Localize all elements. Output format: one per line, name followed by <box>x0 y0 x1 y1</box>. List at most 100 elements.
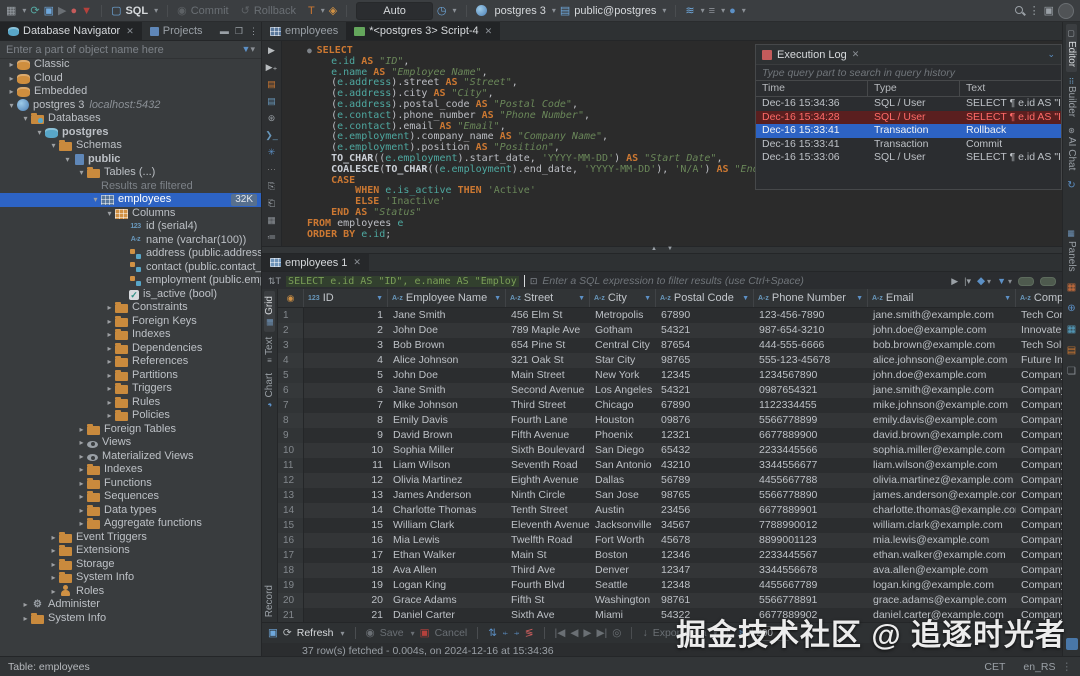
cell[interactable]: 19 <box>304 578 388 593</box>
editor-results-splitter[interactable]: ▲▼ <box>262 246 1062 254</box>
cell[interactable]: Liam Wilson <box>388 458 506 473</box>
cell[interactable]: Seattle <box>590 578 656 593</box>
tree-item[interactable]: ▸Dependencies <box>0 342 261 356</box>
tree-item[interactable]: ▸Cloud <box>0 72 261 86</box>
chevron-down-icon[interactable]: ▾ <box>62 153 73 167</box>
chevron-right-icon[interactable]: ▸ <box>104 355 115 369</box>
minimize-panel-icon[interactable]: ▬ <box>217 22 232 40</box>
cell[interactable]: 12348 <box>656 578 754 593</box>
column-header-phone-number[interactable]: A-zPhone Number▼ <box>754 289 868 307</box>
tx-isolation-combo[interactable]: Auto <box>356 2 433 20</box>
tx-mode-icon[interactable]: T <box>308 0 315 22</box>
tree-item[interactable]: ▾Columns <box>0 207 261 221</box>
tree-item[interactable]: ▸Functions <box>0 477 261 491</box>
cell[interactable]: 34567 <box>656 518 754 533</box>
ai-assistant-icon[interactable]: ⊛ <box>265 113 278 124</box>
chevron-right-icon[interactable]: ▸ <box>20 598 31 612</box>
object-search-field[interactable]: Enter a part of object name here ▼▾ <box>0 41 261 59</box>
chevron-right-icon[interactable]: ▸ <box>48 571 59 585</box>
refresh-button[interactable]: Refresh <box>297 627 334 639</box>
tree-item[interactable]: ▸Indexes <box>0 328 261 342</box>
cell[interactable]: 555-123-45678 <box>754 353 868 368</box>
tree-item[interactable]: ▸Materialized Views <box>0 450 261 464</box>
cell[interactable]: sophia.miller@example.com <box>868 443 1016 458</box>
cell[interactable]: Mia Lewis <box>388 533 506 548</box>
cell[interactable]: Company G <box>1016 458 1062 473</box>
tree-item[interactable]: ▸Embedded <box>0 85 261 99</box>
tab-employees-1[interactable]: employees 1✕ <box>262 254 369 271</box>
log-search-field[interactable]: Type query part to search in query histo… <box>756 65 1061 80</box>
tree-item[interactable]: ▸Event Triggers <box>0 531 261 545</box>
cell[interactable]: 15 <box>304 518 388 533</box>
cell[interactable]: Fourth Lane <box>506 413 590 428</box>
cell[interactable]: 5 <box>304 368 388 383</box>
row-number[interactable]: 3 <box>278 338 304 353</box>
row-number[interactable]: 1 <box>278 308 304 323</box>
sort-arrow-icon[interactable]: ▼ <box>376 295 383 302</box>
tab-editor[interactable]: ▢Editor <box>1066 24 1077 72</box>
cell[interactable]: john.doe@example.com <box>868 368 1016 383</box>
row-number[interactable]: 5 <box>278 368 304 383</box>
cell[interactable]: daniel.carter@example.com <box>868 608 1016 622</box>
cell[interactable]: emily.davis@example.com <box>868 413 1016 428</box>
chevron-right-icon[interactable]: ▸ <box>104 328 115 342</box>
add-row-icon[interactable]: ⍅ <box>502 627 508 640</box>
cell[interactable]: Tech Solution <box>1016 338 1062 353</box>
tree-item[interactable]: ▸Extensions <box>0 544 261 558</box>
search-icon[interactable] <box>1014 5 1025 16</box>
cell[interactable]: Gotham <box>590 323 656 338</box>
chevron-right-icon[interactable]: ▸ <box>6 72 17 86</box>
cell[interactable]: Company F <box>1016 443 1062 458</box>
row-number[interactable]: 9 <box>278 428 304 443</box>
row-number[interactable]: 12 <box>278 473 304 488</box>
log-row[interactable]: Dec-16 15:34:28SQL / UserSELECT ¶ e.id A… <box>756 111 1061 125</box>
prev-page-icon[interactable]: ◀ <box>570 627 578 639</box>
commit-button[interactable]: Commit <box>191 5 229 17</box>
rollback-button[interactable]: Rollback <box>254 5 296 17</box>
cell[interactable]: 65432 <box>656 443 754 458</box>
chevron-right-icon[interactable]: ▸ <box>6 85 17 99</box>
filter-icon[interactable]: ▼▾ <box>242 44 255 55</box>
cell[interactable]: 43210 <box>656 458 754 473</box>
cell[interactable]: 1234567890 <box>754 368 868 383</box>
locale[interactable]: en_RS <box>1023 661 1055 673</box>
tree-item[interactable]: ▸Roles <box>0 585 261 599</box>
cell[interactable]: Alice Johnson <box>388 353 506 368</box>
sort-arrow-icon[interactable]: ▼ <box>644 295 651 302</box>
column-header-company[interactable]: A-zCompany▼ <box>1016 289 1062 307</box>
sort-arrow-icon[interactable]: ▼ <box>856 295 863 302</box>
run-query-icon[interactable]: ▶ <box>265 45 278 56</box>
cell[interactable]: 67890 <box>656 308 754 323</box>
chevron-down-icon[interactable]: ▾ <box>20 112 31 126</box>
export-button[interactable]: Export data <box>653 627 707 639</box>
cell[interactable]: 456 Elm St <box>506 308 590 323</box>
chevron-right-icon[interactable]: ▸ <box>48 558 59 572</box>
row-number[interactable]: 2 <box>278 323 304 338</box>
cell[interactable]: Metropolis <box>590 308 656 323</box>
chevron-right-icon[interactable]: ▸ <box>20 612 31 626</box>
more-dots-icon[interactable]: ⋯ <box>265 164 278 175</box>
structure-icon[interactable]: ▤ <box>1067 345 1076 356</box>
schema-selector[interactable]: public@postgres <box>574 5 656 17</box>
cell[interactable]: 1122334455 <box>754 398 868 413</box>
tree-item[interactable]: ▾Schemas <box>0 139 261 153</box>
cell[interactable]: 45678 <box>656 533 754 548</box>
cell[interactable]: Fifth Avenue <box>506 428 590 443</box>
funnel-icon[interactable]: ▼▾ <box>997 276 1012 286</box>
cell[interactable]: charlotte.thomas@example.com <box>868 503 1016 518</box>
tree-item[interactable]: ▸Partitions <box>0 369 261 383</box>
cell[interactable]: Phoenix <box>590 428 656 443</box>
row-number[interactable]: 7 <box>278 398 304 413</box>
next-page-icon[interactable]: ▶ <box>583 627 591 639</box>
tree-item[interactable]: ▸Sequences <box>0 490 261 504</box>
row-number[interactable]: 4 <box>278 353 304 368</box>
expand-editor-icon[interactable]: ⊡ <box>530 276 538 287</box>
cell[interactable]: Austin <box>590 503 656 518</box>
play-filter-icon[interactable]: ▶ <box>951 276 958 287</box>
commit-icon[interactable]: ◉ <box>177 0 187 22</box>
row-number[interactable]: 21 <box>278 608 304 622</box>
close-icon[interactable]: ✕ <box>126 26 134 37</box>
cell[interactable]: 123-456-7890 <box>754 308 868 323</box>
cell[interactable]: Company N <box>1016 563 1062 578</box>
cell[interactable]: 654 Pine St <box>506 338 590 353</box>
